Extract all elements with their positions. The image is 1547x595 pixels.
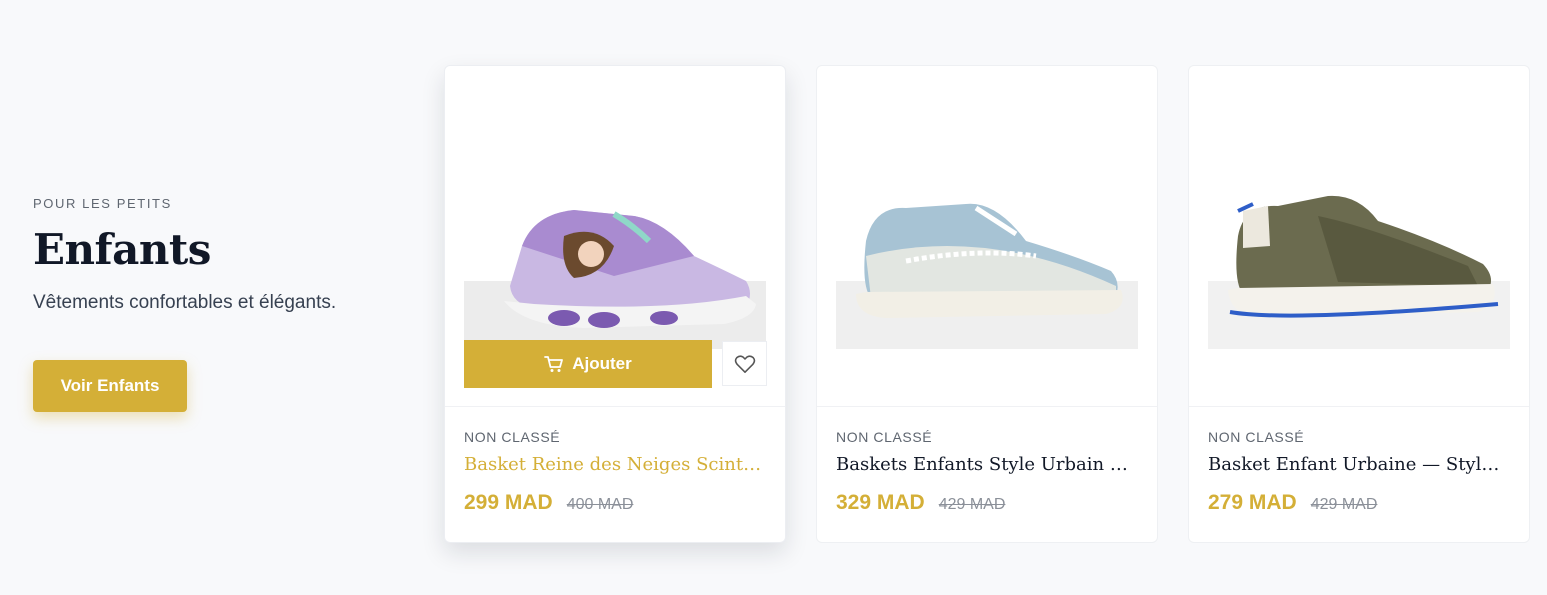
product-price: 329 MAD: [836, 491, 925, 514]
product-category: NON CLASSÉ: [1208, 429, 1305, 445]
product-image: [856, 203, 1123, 318]
product-price: 279 MAD: [1208, 491, 1297, 514]
section-eyebrow: POUR LES PETITS: [33, 196, 172, 211]
section-title: Enfants: [33, 225, 211, 274]
category-intro: POUR LES PETITS Enfants Vêtements confor…: [33, 196, 413, 412]
product-old-price: 429 MAD: [938, 496, 1006, 513]
view-category-button[interactable]: Voir Enfants: [33, 360, 187, 412]
product-name[interactable]: Baskets Enfants Style Urbain — Confort: [836, 454, 1138, 475]
heart-icon: [734, 354, 755, 373]
add-to-cart-button[interactable]: Ajouter: [464, 340, 712, 388]
product-image-area[interactable]: [817, 66, 1157, 407]
product-old-price: 400 MAD: [566, 496, 634, 513]
product-card[interactable]: NON CLASSÉ Baskets Enfants Style Urbain …: [816, 65, 1158, 543]
product-name[interactable]: Basket Enfant Urbaine — Style & Confort: [1208, 454, 1510, 475]
product-category: NON CLASSÉ: [464, 429, 561, 445]
cart-icon: [544, 356, 564, 372]
wishlist-button[interactable]: [722, 341, 767, 386]
add-to-cart-label: Ajouter: [572, 354, 632, 373]
section-subtitle: Vêtements confortables et élégants.: [33, 292, 337, 313]
product-meta: NON CLASSÉ Basket Enfant Urbaine — Style…: [1189, 407, 1529, 515]
product-meta: NON CLASSÉ Baskets Enfants Style Urbain …: [817, 407, 1157, 515]
product-category: NON CLASSÉ: [836, 429, 933, 445]
product-image-area[interactable]: [1189, 66, 1529, 407]
product-old-price: 429 MAD: [1310, 496, 1378, 513]
product-image-area[interactable]: Ajouter: [445, 66, 785, 407]
product-price: 299 MAD: [464, 491, 553, 514]
product-meta: NON CLASSÉ Basket Reine des Neiges Scint…: [445, 407, 785, 515]
product-card[interactable]: NON CLASSÉ Basket Enfant Urbaine — Style…: [1188, 65, 1530, 543]
product-card[interactable]: Ajouter NON CLASSÉ Basket Reine des Neig…: [444, 65, 786, 543]
product-name[interactable]: Basket Reine des Neiges Scintillantes En…: [464, 454, 766, 475]
product-image: [1228, 195, 1499, 318]
product-image: [504, 210, 756, 328]
